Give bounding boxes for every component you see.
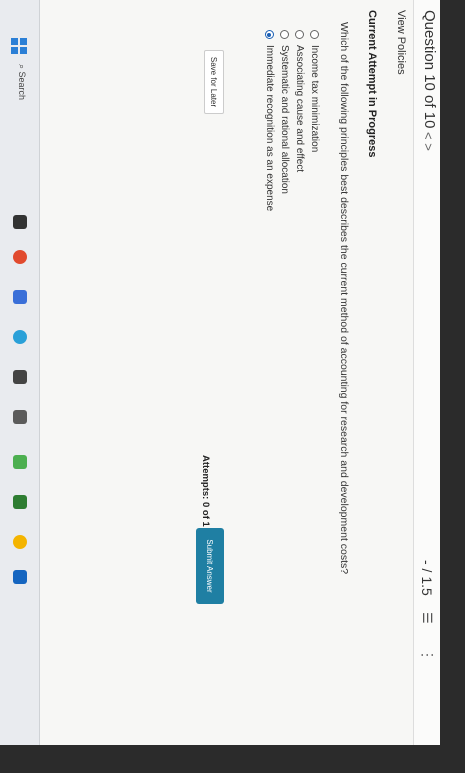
taskbar-search[interactable]: ⌕ Search	[16, 64, 27, 100]
view-policies-link[interactable]: View Policies	[395, 10, 407, 75]
answer-option[interactable]: Associating cause and effect	[292, 30, 307, 211]
browser-icon[interactable]	[13, 250, 27, 264]
attempt-status-heading: Current Attempt in Progress	[366, 10, 378, 158]
app-icon[interactable]	[13, 455, 27, 469]
answer-options: Income tax minimization Associating caus…	[262, 30, 322, 211]
score-display: - / 1.5	[419, 560, 435, 596]
file-explorer-icon[interactable]	[13, 215, 27, 229]
radio-selected-icon[interactable]	[265, 30, 274, 39]
list-menu-icon[interactable]: ☰	[419, 612, 435, 624]
answer-option[interactable]: Income tax minimization	[307, 30, 322, 211]
store-icon[interactable]	[13, 370, 27, 384]
answer-option-label: Associating cause and effect	[294, 45, 305, 173]
answer-option[interactable]: Systematic and rational allocation	[277, 30, 292, 211]
edge-icon[interactable]	[13, 330, 27, 344]
answer-option[interactable]: Immediate recognition as an expense	[262, 30, 277, 211]
chrome-icon[interactable]	[13, 535, 27, 549]
dropbox-icon[interactable]	[13, 410, 27, 424]
save-for-later-button[interactable]: Save for Later	[204, 50, 224, 114]
radio-button-icon[interactable]	[295, 30, 304, 39]
quiz-app: Question 10 of 10 < > - / 1.5 ☰ ⋮ View P…	[40, 0, 440, 745]
radio-button-icon[interactable]	[310, 30, 319, 39]
question-title: Question 10 of 10	[421, 10, 438, 129]
answer-option-label: Income tax minimization	[309, 45, 320, 153]
question-prompt: Which of the following principles best d…	[338, 22, 350, 575]
taskbar: ⌕ Search	[0, 0, 40, 745]
app-icon[interactable]	[13, 495, 27, 509]
windows-start-icon[interactable]	[11, 38, 27, 54]
screen: Question 10 of 10 < > - / 1.5 ☰ ⋮ View P…	[0, 0, 440, 745]
app-icon[interactable]	[13, 290, 27, 304]
answer-option-label: Systematic and rational allocation	[279, 45, 290, 194]
question-nav-arrows[interactable]: < >	[421, 132, 436, 151]
answer-option-label: Immediate recognition as an expense	[264, 45, 275, 212]
app-icon[interactable]	[13, 570, 27, 584]
submit-answer-button[interactable]: Submit Answer	[196, 528, 224, 604]
radio-button-icon[interactable]	[280, 30, 289, 39]
more-options-icon[interactable]: ⋮	[419, 648, 436, 662]
question-header: Question 10 of 10 < > - / 1.5 ☰ ⋮	[413, 0, 440, 745]
taskbar-search-label: Search	[17, 71, 27, 101]
